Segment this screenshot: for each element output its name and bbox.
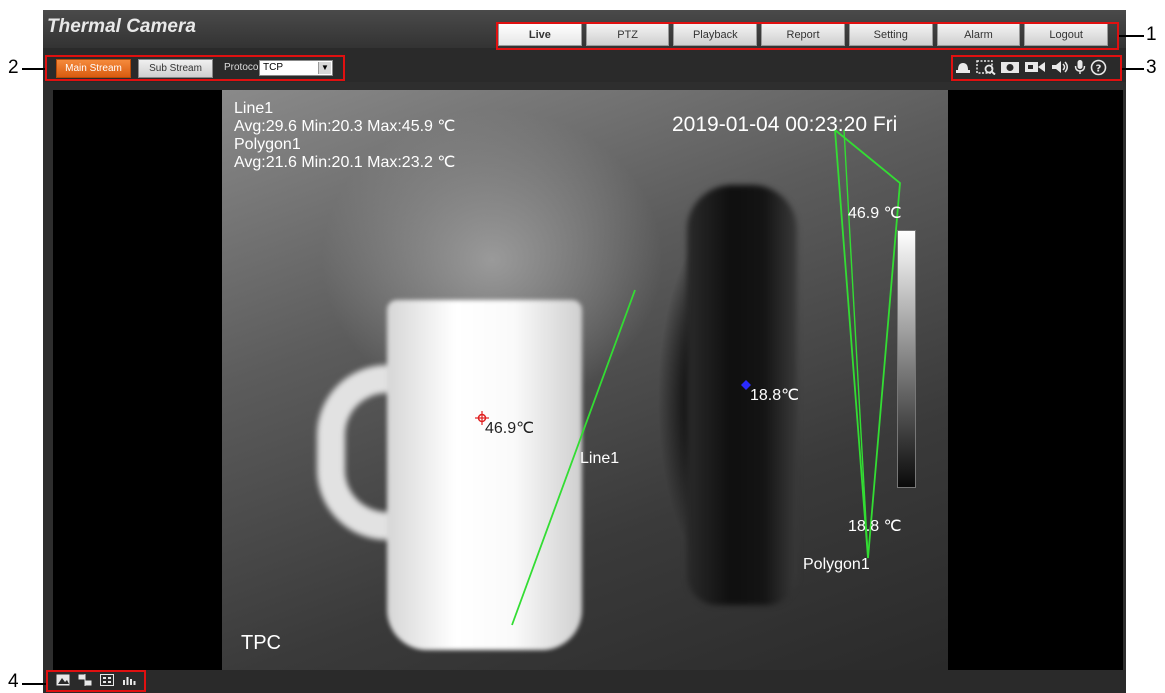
callout-leader-4 — [22, 683, 46, 685]
callout-number-2: 2 — [8, 57, 19, 78]
polygon1-rule — [833, 127, 901, 559]
info-line-4: Avg:21.6 Min:20.1 Max:23.2 ℃ — [234, 154, 456, 171]
polygon1-label: Polygon1 — [803, 556, 870, 573]
thermal-video-feed[interactable]: Line1 Avg:29.6 Min:20.3 Max:45.9 ℃ Polyg… — [222, 90, 948, 670]
callout-number-1: 1 — [1146, 24, 1157, 45]
temperature-scale-bar — [897, 230, 916, 488]
callout-number-4: 4 — [8, 671, 19, 692]
info-line-1: Line1 — [234, 100, 274, 117]
channel-label: TPC — [241, 632, 281, 654]
thermal-camera-app: Thermal Camera Live PTZ Playback Report … — [43, 10, 1126, 693]
callout-leader-3 — [1122, 68, 1144, 70]
callout-box-3 — [951, 55, 1122, 81]
app-title: Thermal Camera — [47, 16, 196, 37]
temperature-scale-max: 46.9 ℃ — [848, 205, 902, 222]
live-video-viewer[interactable]: Line1 Avg:29.6 Min:20.3 Max:45.9 ℃ Polyg… — [53, 90, 1123, 670]
rule-info-panel: Line1 Avg:29.6 Min:20.3 Max:45.9 ℃ Polyg… — [234, 100, 455, 172]
callout-leader-2 — [22, 68, 45, 70]
callout-number-3: 3 — [1146, 57, 1157, 78]
hot-spot-temperature: 46.9℃ — [485, 420, 535, 437]
callout-leader-1 — [1119, 35, 1144, 37]
cold-spot-temperature: 18.8℃ — [750, 387, 800, 404]
temperature-scale-min: 18.8 ℃ — [848, 518, 902, 535]
info-line-2: Avg:29.6 Min:20.3 Max:45.9 ℃ — [234, 118, 456, 135]
info-line-3: Polygon1 — [234, 136, 301, 153]
measurement-overlay — [475, 127, 901, 626]
osd-timestamp: 2019-01-04 00:23:20 Fri — [672, 113, 898, 136]
polygon1-inner-edge — [843, 129, 869, 559]
callout-box-2 — [45, 55, 345, 81]
callout-box-4 — [46, 670, 146, 692]
line1-label: Line1 — [580, 450, 620, 467]
bottom-toolbar — [43, 670, 1126, 693]
callout-box-1 — [496, 22, 1119, 50]
